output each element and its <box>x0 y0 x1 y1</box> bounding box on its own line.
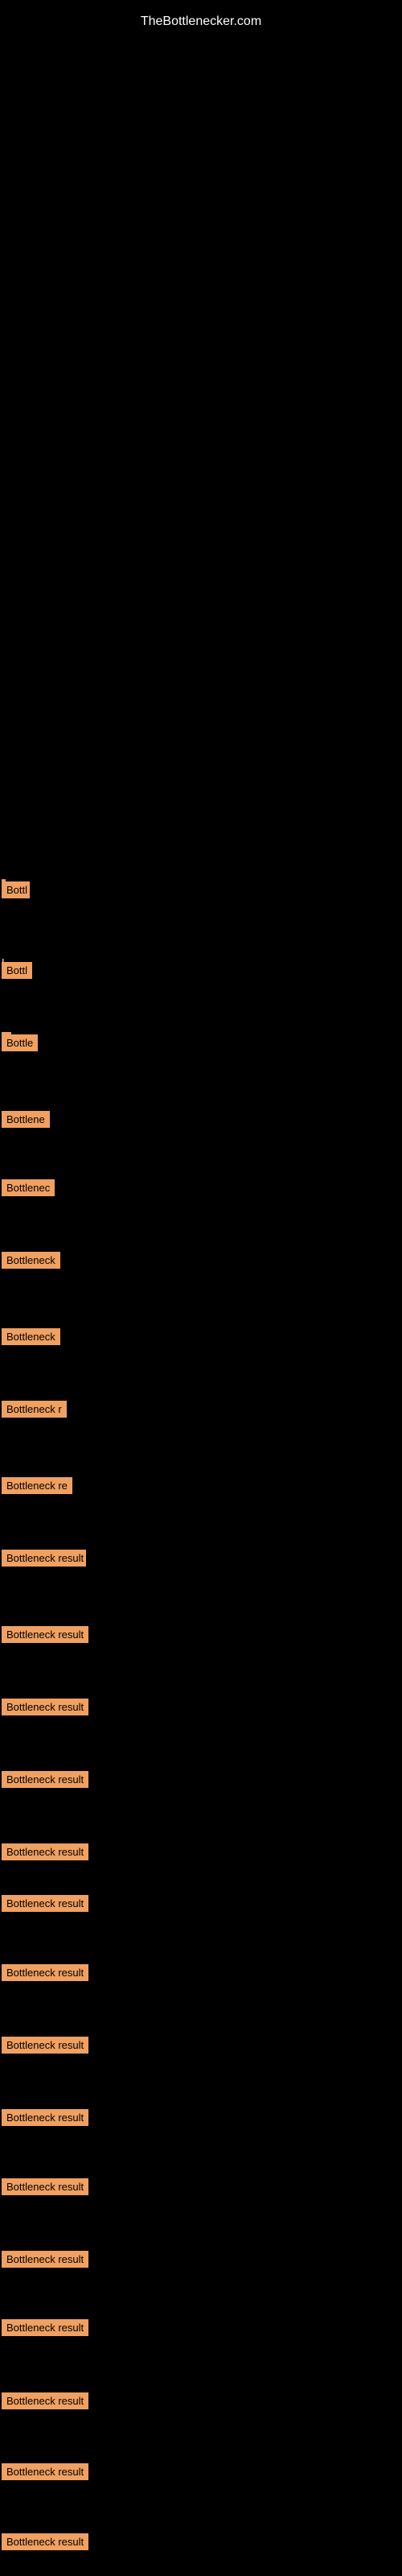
bottleneck-label: Bottleneck result <box>2 2392 88 2409</box>
bottleneck-label: Bottleneck result <box>2 1895 88 1912</box>
bottleneck-label: Bottleneck result <box>2 2319 88 2336</box>
bottleneck-item: Bottleneck result <box>2 2037 88 2058</box>
bottleneck-label: Bottleneck result <box>2 1699 88 1715</box>
bottleneck-label: Bottleneck result <box>2 2178 88 2195</box>
bottleneck-item: Bottleneck result <box>2 2463 88 2484</box>
bottleneck-item: Bottleneck <box>2 1252 60 1273</box>
bottleneck-label: Bottleneck re <box>2 1477 72 1494</box>
bottleneck-item: Bottleneck <box>2 1328 60 1349</box>
bottleneck-item: Bottle <box>2 1034 38 1055</box>
bottleneck-item: Bottleneck result <box>2 2251 88 2272</box>
bottleneck-item: Bottleneck result <box>2 1626 88 1647</box>
bottleneck-label: Bottleneck result <box>2 2533 88 2550</box>
bottleneck-label: Bottleneck result <box>2 1964 88 1981</box>
bottleneck-item: Bottleneck result <box>2 2319 88 2340</box>
bottleneck-item: Bottl <box>2 881 30 902</box>
bottleneck-label: Bottleneck result <box>2 2463 88 2480</box>
bottleneck-results-container: ▌|BottlBottlBottleBottleneBottlenecBottl… <box>0 0 402 2576</box>
bottleneck-item: Bottleneck result <box>2 2392 88 2413</box>
bottleneck-item: Bottleneck result <box>2 1964 88 1985</box>
bottleneck-label: Bottleneck <box>2 1328 60 1345</box>
bottleneck-item: Bottleneck result <box>2 1771 88 1792</box>
bottleneck-item: Bottlene <box>2 1111 50 1132</box>
bottleneck-item: Bottleneck result <box>2 2178 88 2199</box>
bottleneck-label: Bottleneck result <box>2 1626 88 1643</box>
bottleneck-label: Bottl <box>2 962 32 979</box>
bottleneck-label: Bottleneck <box>2 1252 60 1269</box>
bottleneck-label: Bottleneck result <box>2 1771 88 1788</box>
bottleneck-label: Bottleneck result <box>2 2037 88 2054</box>
bottleneck-label: Bottl <box>2 881 30 898</box>
bottleneck-item: Bottleneck result <box>2 1699 88 1719</box>
bottleneck-label: Bottleneck result <box>2 1550 86 1567</box>
bottleneck-label: Bottlenec <box>2 1179 55 1196</box>
bottleneck-item: Bottleneck result <box>2 2109 88 2130</box>
bottleneck-item: Bottleneck result <box>2 1895 88 1916</box>
bottleneck-item: Bottleneck result <box>2 2533 88 2554</box>
bottleneck-item: Bottl <box>2 962 32 983</box>
bottleneck-label: Bottleneck result <box>2 1843 88 1860</box>
bottleneck-item: Bottleneck r <box>2 1401 67 1422</box>
bottleneck-item: Bottlenec <box>2 1179 55 1200</box>
bottleneck-item: Bottleneck result <box>2 1843 88 1864</box>
bottleneck-label: Bottleneck result <box>2 2109 88 2126</box>
bottleneck-label: Bottleneck r <box>2 1401 67 1418</box>
bottleneck-item: Bottleneck result <box>2 1550 86 1571</box>
bottleneck-item: Bottleneck re <box>2 1477 72 1498</box>
bottleneck-label: Bottlene <box>2 1111 50 1128</box>
bottleneck-label: Bottle <box>2 1034 38 1051</box>
bottleneck-label: Bottleneck result <box>2 2251 88 2268</box>
